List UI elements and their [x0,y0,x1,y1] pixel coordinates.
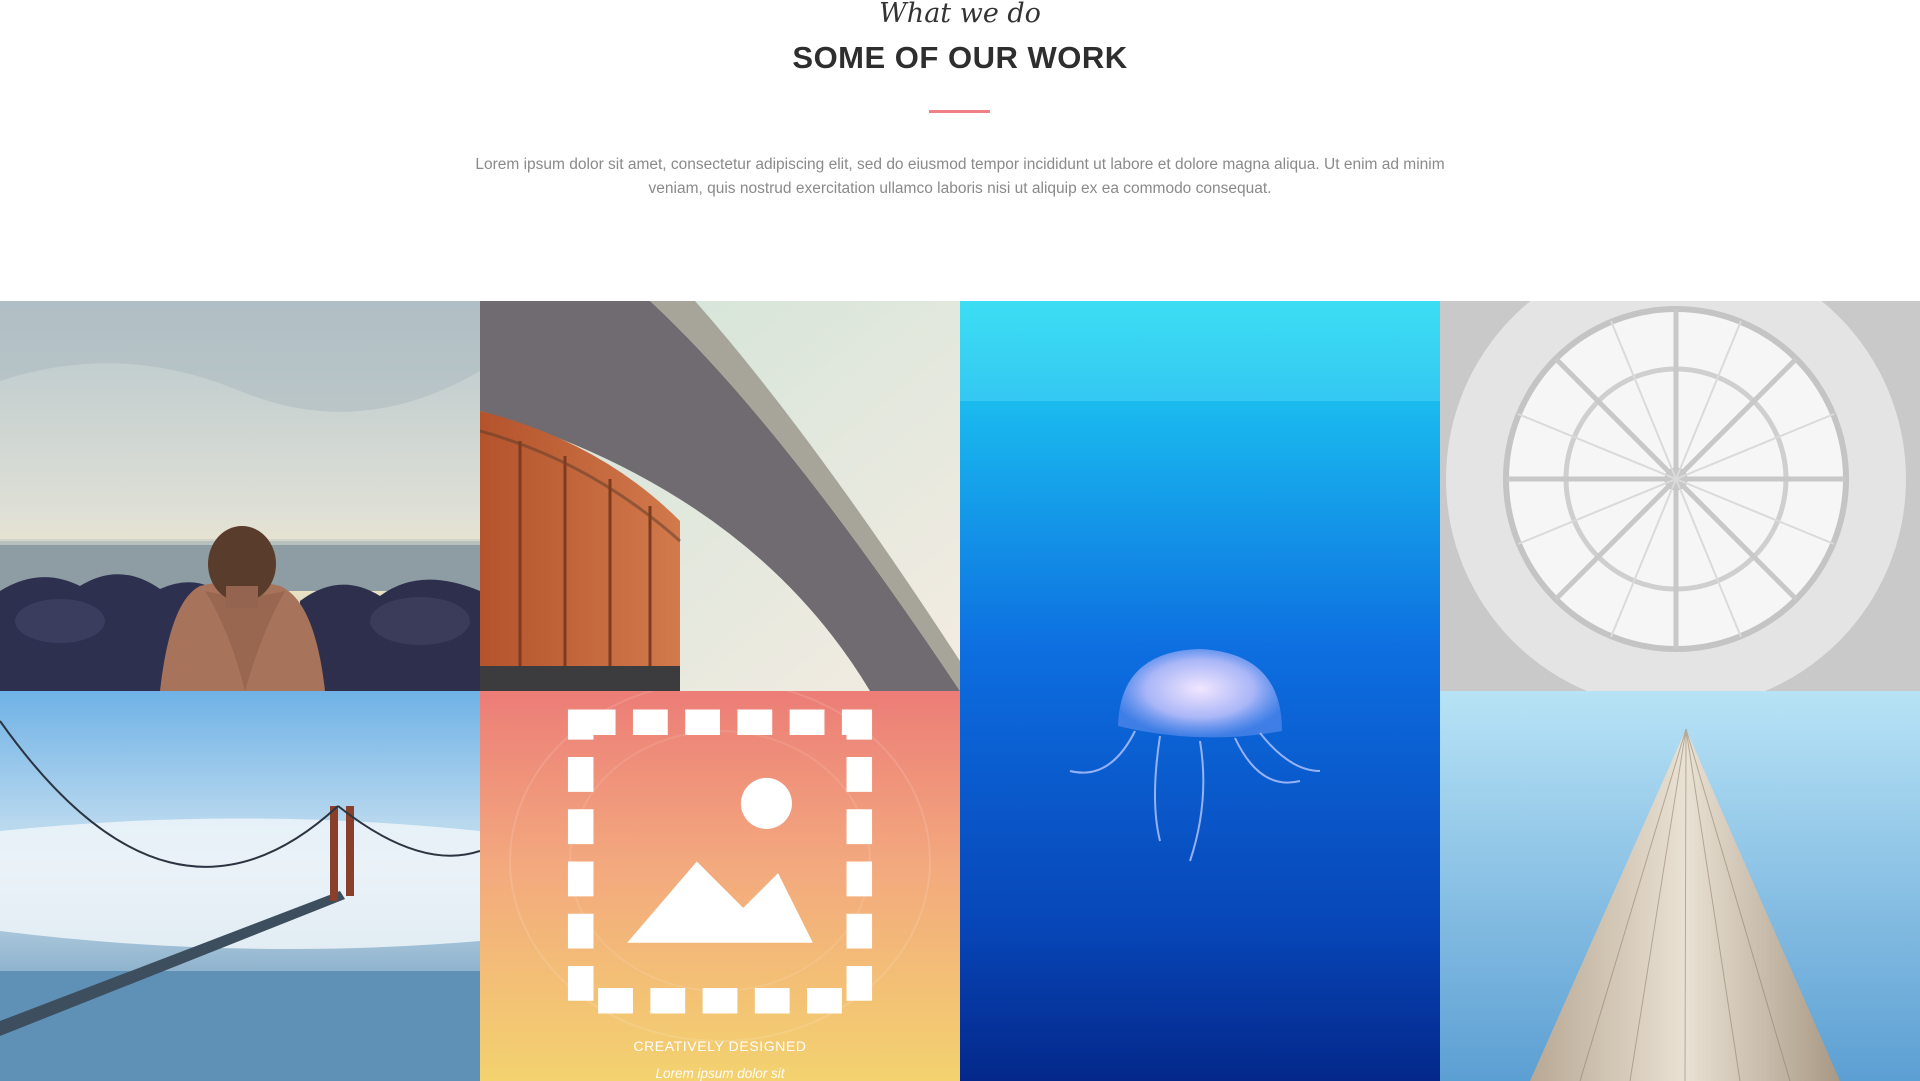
portfolio-grid: CREATIVELY DESIGNED Lorem ipsum dolor si… [0,301,1920,1081]
image-icon [567,709,873,1014]
section-intro: Lorem ipsum dolor sit amet, consectetur … [475,156,1445,197]
bridge-image [0,691,480,1081]
portfolio-page: What we do SOME OF OUR WORK Lorem ipsum … [0,0,1920,1081]
portfolio-item-dome[interactable] [1440,301,1920,691]
section-eyebrow: What we do [879,0,1041,29]
item-subtitle: Lorem ipsum dolor sit [655,1066,785,1081]
item-title: CREATIVELY DESIGNED [633,1038,807,1054]
title-divider [929,110,990,113]
jellyfish-image [960,301,1440,1081]
portfolio-item-jellyfish[interactable] [960,301,1440,1081]
section-header: What we do SOME OF OUR WORK Lorem ipsum … [0,0,1920,301]
portfolio-item-creatively-designed[interactable]: CREATIVELY DESIGNED Lorem ipsum dolor si… [480,691,960,1081]
item-overlay: CREATIVELY DESIGNED Lorem ipsum dolor si… [480,691,960,1081]
portfolio-item-bridge[interactable] [0,691,480,1081]
portfolio-item-skyscraper[interactable] [1440,691,1920,1081]
architecture-image [480,301,960,691]
man-on-shore-image [0,301,480,691]
section-title: SOME OF OUR WORK [792,40,1128,75]
portfolio-item-man-on-shore[interactable] [0,301,480,691]
portfolio-item-architecture[interactable] [480,301,960,691]
dome-image [1440,301,1920,691]
skyscraper-image [1440,691,1920,1081]
